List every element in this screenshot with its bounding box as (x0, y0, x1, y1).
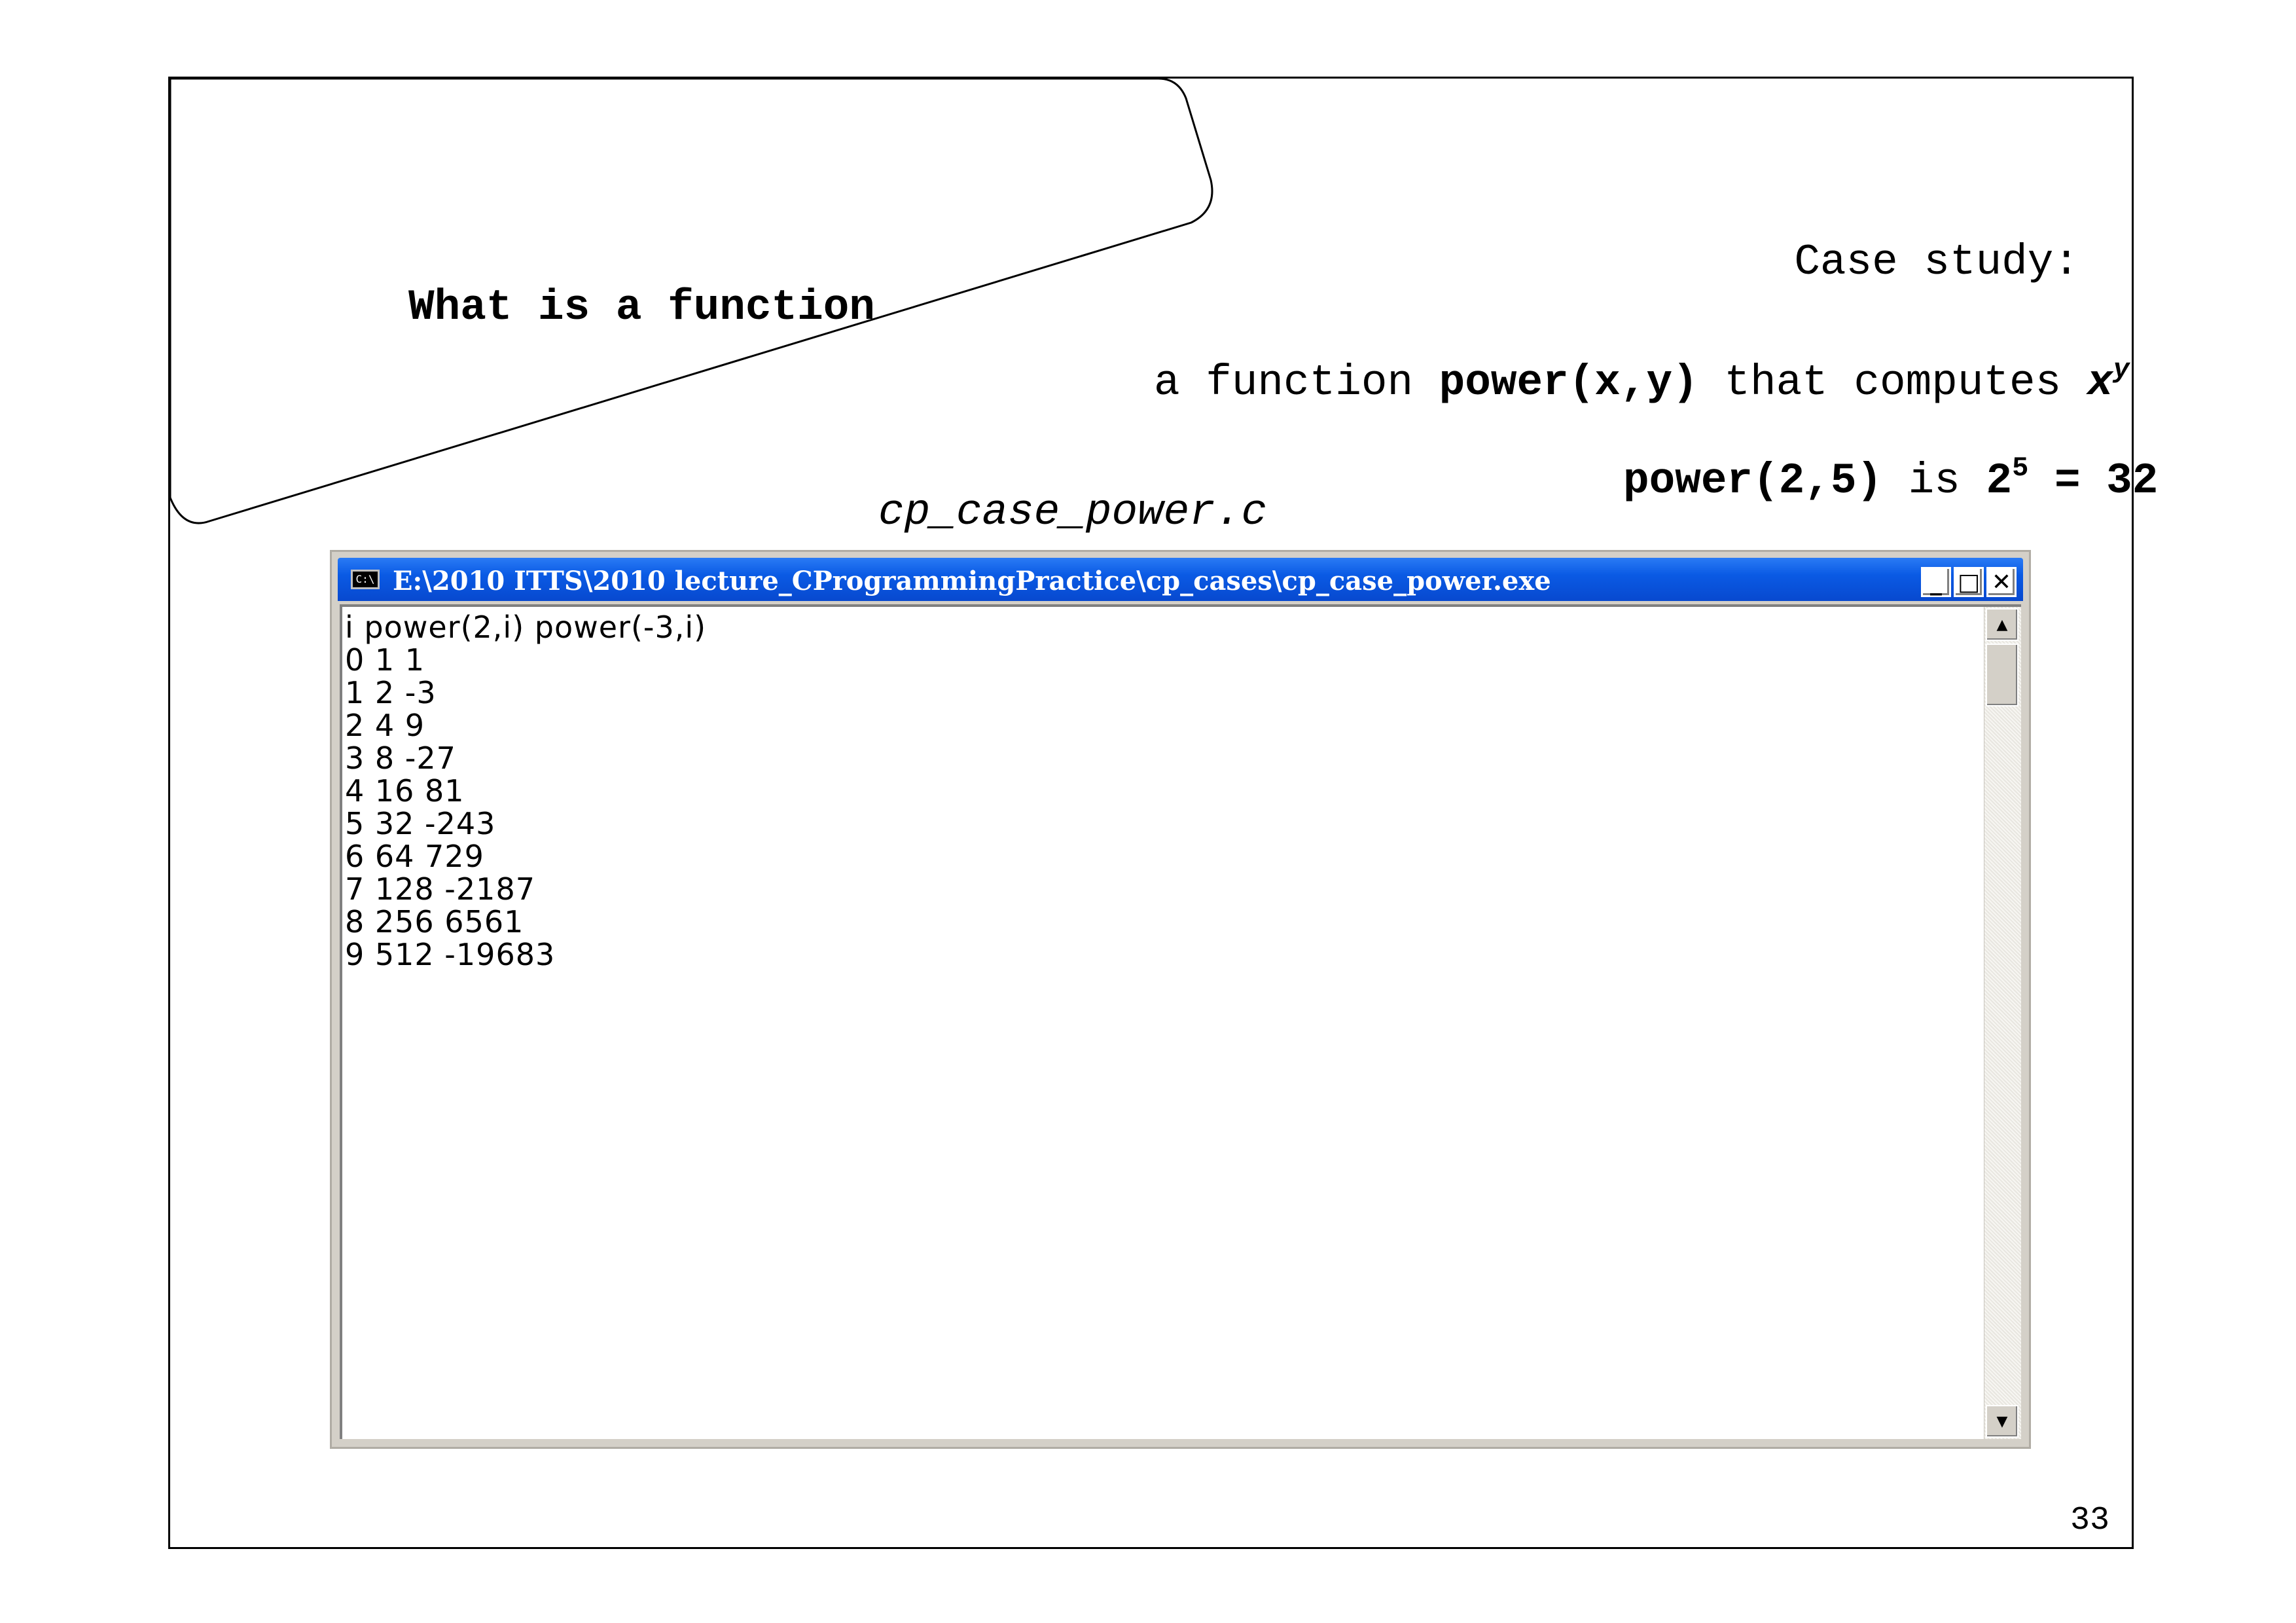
output-row: 8 256 6561 (345, 904, 524, 939)
example-line: power(2,5) is 25 = 32 (1623, 454, 2159, 505)
desc-middle: that computes (1698, 358, 2087, 407)
console-window[interactable]: C:\ E:\2010 ITTS\2010 lecture_CProgrammi… (330, 550, 2031, 1449)
output-row: 9 512 -19683 (345, 937, 556, 972)
slide-title: What is a function (408, 283, 875, 332)
output-row: 1 2 -3 (345, 675, 437, 710)
console-output-area[interactable]: i power(2,i) power(-3,i) 0 1 11 2 -3 2 4 9… (340, 604, 2021, 1439)
case-study-label: Case study: (1794, 238, 2079, 287)
scroll-up-arrow-icon[interactable]: ▲ (1986, 608, 2018, 641)
output-row: 6 64 729 (345, 839, 484, 874)
console-output: i power(2,i) power(-3,i) 0 1 11 2 -3 2 4 9… (345, 611, 706, 971)
example-result: = 32 (2028, 456, 2159, 505)
scrollbar-thumb[interactable] (1986, 644, 2018, 706)
example-exponent: 5 (2012, 452, 2029, 484)
example-call: power(2,5) (1623, 456, 1883, 505)
source-filename: cp_case_power.c (878, 488, 1268, 537)
output-row: 4 16 81 (345, 773, 465, 809)
function-signature: power(x,y) (1439, 358, 1698, 407)
console-icon[interactable]: C:\ (351, 570, 380, 589)
output-header: i power(2,i) power(-3,i) (345, 610, 707, 645)
example-base: 2 (1986, 456, 2013, 505)
output-row: 2 4 9 (345, 708, 425, 743)
window-title: E:\2010 ITTS\2010 lecture_CProgrammingPr… (393, 566, 1551, 596)
function-description: a function power(x,y) that computes xy (1154, 356, 2130, 407)
power-exponent: y (2113, 354, 2130, 386)
output-row: 5 32 -243 (345, 806, 496, 841)
example-is: is (1882, 456, 1986, 505)
window-titlebar[interactable]: C:\ E:\2010 ITTS\2010 lecture_CProgrammi… (338, 558, 2023, 601)
output-row: 7 128 -2187 (345, 871, 535, 907)
close-button[interactable]: ✕ (1986, 567, 2017, 597)
output-row: 0 1 1 (345, 642, 425, 678)
page-number: 33 (2070, 1502, 2109, 1539)
output-row: 3 8 -27 (345, 740, 456, 776)
power-base: x (2087, 358, 2113, 407)
minimize-button[interactable]: _ (1921, 567, 1951, 597)
desc-prefix: a function (1154, 358, 1439, 407)
vertical-scrollbar[interactable]: ▲ ▼ (1984, 607, 2021, 1439)
maximize-button[interactable]: □ (1954, 567, 1984, 597)
scroll-down-arrow-icon[interactable]: ▼ (1986, 1405, 2018, 1438)
